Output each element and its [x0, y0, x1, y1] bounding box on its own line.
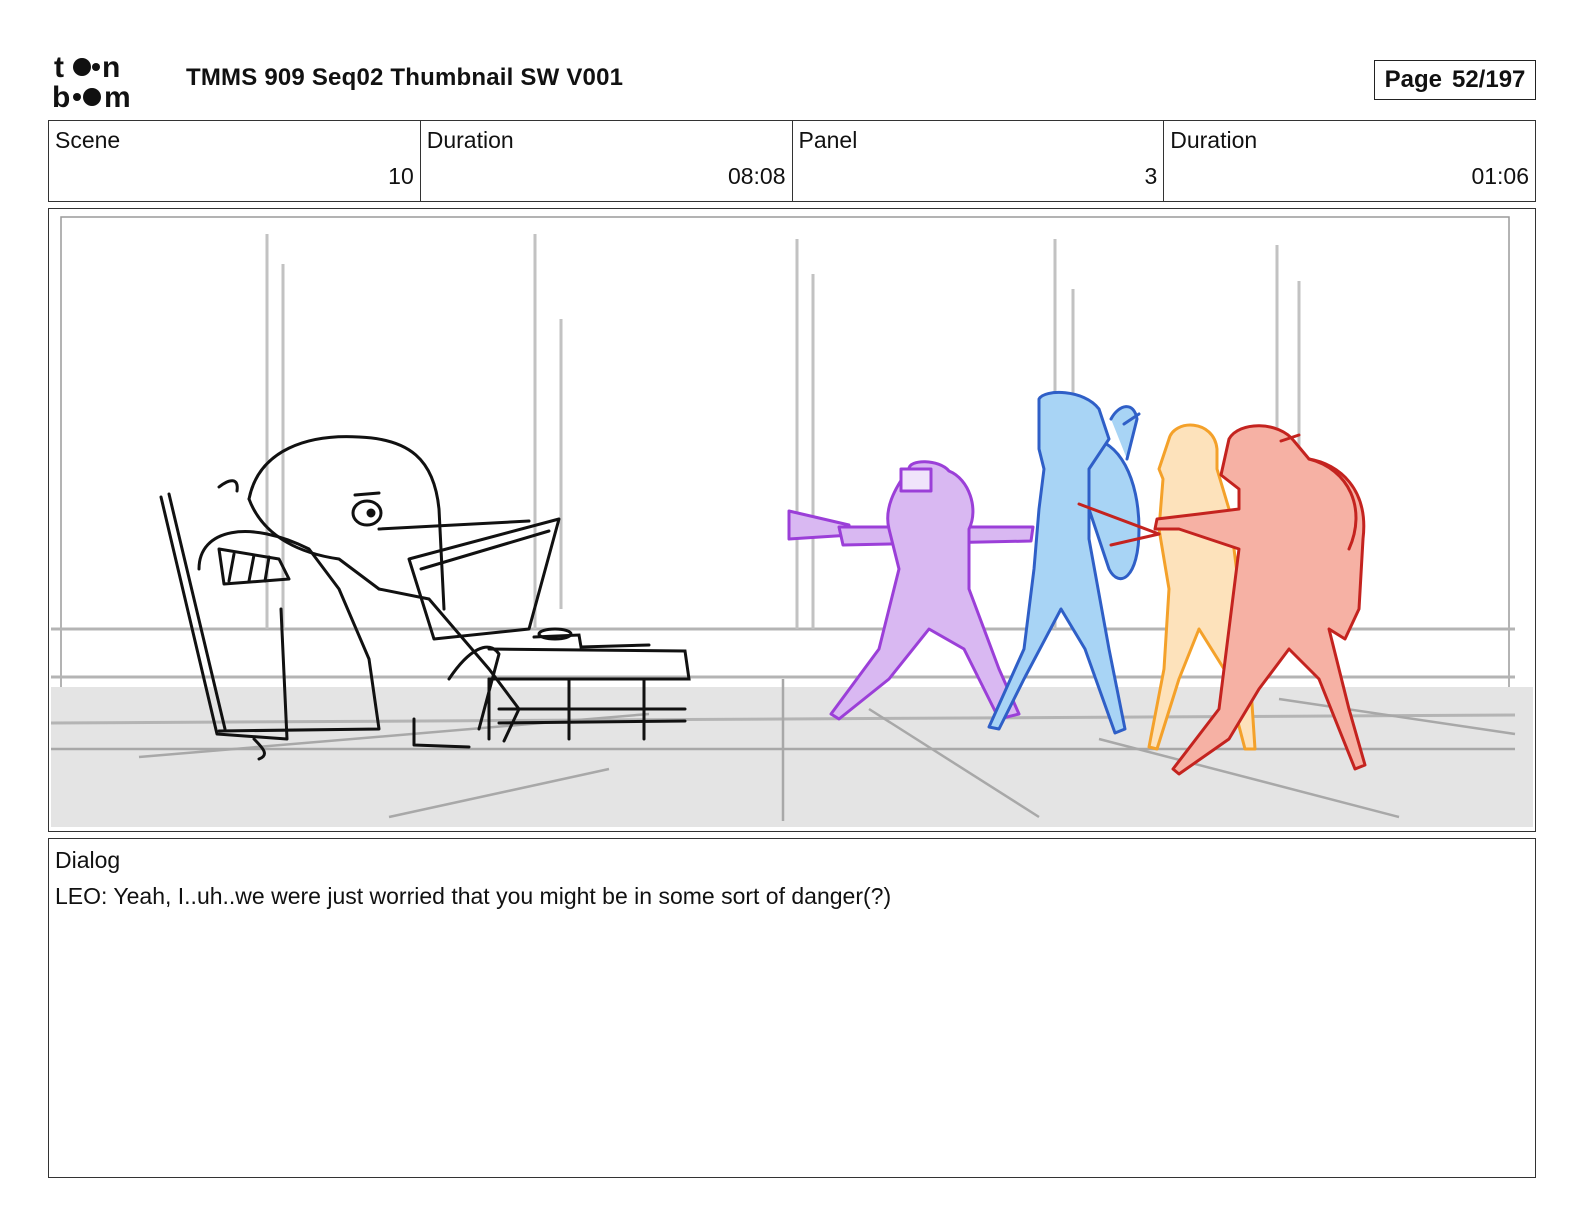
scene-duration-value: 08:08 — [727, 163, 786, 189]
scene-duration-cell: Duration 08:08 — [421, 121, 793, 201]
scene-label: Scene — [55, 127, 121, 153]
dialog-box: Dialog LEO: Yeah, I..uh..we were just wo… — [48, 838, 1536, 1178]
panel-duration-label: Duration — [1170, 127, 1258, 153]
panel-duration-value: 01:06 — [1471, 163, 1529, 189]
svg-text:t: t — [54, 52, 64, 84]
panel-duration-cell: Duration 01:06 — [1164, 121, 1535, 201]
panel-cell: Panel 3 — [793, 121, 1165, 201]
svg-text:b: b — [52, 81, 70, 110]
info-row: Scene 10 Duration 08:08 Panel 3 Duration… — [48, 120, 1536, 202]
toon-boom-logo: t n b m — [52, 52, 131, 110]
scene-value: 10 — [388, 163, 414, 189]
svg-text:n: n — [102, 52, 120, 84]
svg-text:m: m — [104, 81, 131, 110]
dialog-text: LEO: Yeah, I..uh..we were just worried t… — [55, 883, 892, 909]
page-number: 52/197 — [1451, 66, 1526, 93]
coffee-table-sketch — [487, 627, 691, 741]
panel-label: Panel — [798, 127, 858, 153]
document-title: TMMS 909 Seq02 Thumbnail SW V001 — [186, 64, 624, 91]
page-indicator: Page 52/197 — [1374, 60, 1536, 100]
scene-duration-label: Duration — [426, 127, 514, 153]
blue-character-sketch — [987, 390, 1141, 735]
purple-character-sketch — [787, 460, 1035, 721]
page-label: Page — [1384, 66, 1442, 93]
dialog-label: Dialog — [55, 847, 121, 873]
scene-cell: Scene 10 — [49, 121, 421, 201]
storyboard-sketch — [50, 216, 1533, 827]
storyboard-panel — [48, 208, 1536, 832]
panel-value: 3 — [1144, 163, 1158, 189]
